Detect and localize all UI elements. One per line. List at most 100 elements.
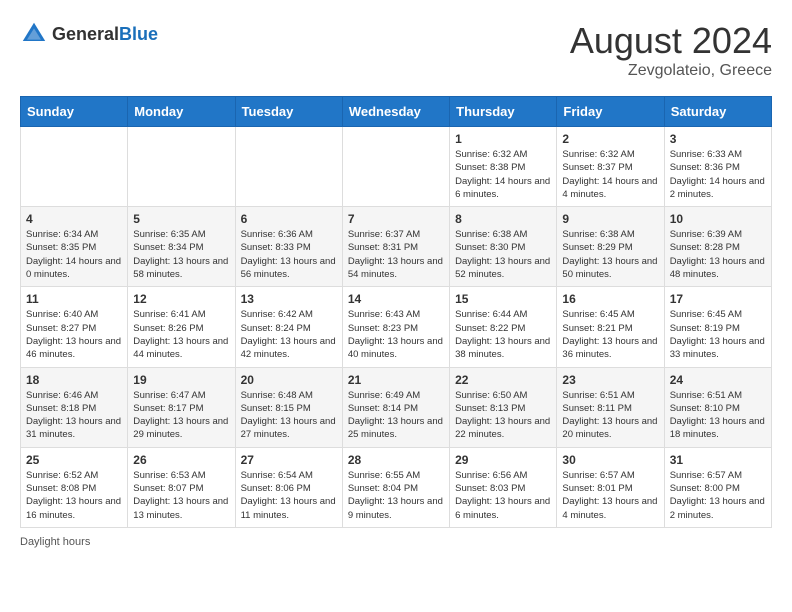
day-info: Sunrise: 6:32 AM Sunset: 8:38 PM Dayligh… [455, 148, 551, 201]
day-info: Sunrise: 6:51 AM Sunset: 8:11 PM Dayligh… [562, 389, 658, 442]
calendar-cell: 3Sunrise: 6:33 AM Sunset: 8:36 PM Daylig… [664, 127, 771, 207]
day-info: Sunrise: 6:56 AM Sunset: 8:03 PM Dayligh… [455, 469, 551, 522]
day-number: 1 [455, 132, 551, 146]
day-info: Sunrise: 6:49 AM Sunset: 8:14 PM Dayligh… [348, 389, 444, 442]
calendar-cell: 12 Sunrise: 6:41 AM Sunset: 8:26 PM Dayli… [128, 287, 235, 367]
day-number: 26 [133, 453, 229, 467]
day-number: 17 [670, 292, 766, 306]
calendar-cell: 5 Sunrise: 6:35 AM Sunset: 8:34 PM Daylig… [128, 207, 235, 287]
calendar-week-row: 18 Sunrise: 6:46 AM Sunset: 8:18 PM Dayli… [21, 367, 772, 447]
location: Zevgolateio, Greece [570, 62, 772, 80]
calendar-cell: 31 Sunrise: 6:57 AM Sunset: 8:00 PM Dayli… [664, 447, 771, 527]
day-info: Sunrise: 6:36 AM Sunset: 8:33 PM Dayligh… [241, 228, 337, 281]
calendar-cell: 19Sunrise: 6:47 AM Sunset: 8:17 PM Dayli… [128, 367, 235, 447]
calendar-cell: 22 Sunrise: 6:50 AM Sunset: 8:13 PM Dayli… [450, 367, 557, 447]
day-info: Sunrise: 6:45 AM Sunset: 8:21 PM Dayligh… [562, 308, 658, 361]
day-number: 2 [562, 132, 658, 146]
day-number: 24 [670, 373, 766, 387]
calendar-cell: 15Sunrise: 6:44 AM Sunset: 8:22 PM Dayli… [450, 287, 557, 367]
day-info: Sunrise: 6:50 AM Sunset: 8:13 PM Dayligh… [455, 389, 551, 442]
calendar-cell: 11 Sunrise: 6:40 AM Sunset: 8:27 PM Dayli… [21, 287, 128, 367]
calendar-week-row: 11 Sunrise: 6:40 AM Sunset: 8:27 PM Dayli… [21, 287, 772, 367]
calendar-cell [342, 127, 449, 207]
calendar-cell: 20 Sunrise: 6:48 AM Sunset: 8:15 PM Dayli… [235, 367, 342, 447]
day-number: 31 [670, 453, 766, 467]
day-info: Sunrise: 6:39 AM Sunset: 8:28 PM Dayligh… [670, 228, 766, 281]
calendar-cell: 24 Sunrise: 6:51 AM Sunset: 8:10 PM Dayli… [664, 367, 771, 447]
day-info: Sunrise: 6:32 AM Sunset: 8:37 PM Dayligh… [562, 148, 658, 201]
day-info: Sunrise: 6:53 AM Sunset: 8:07 PM Dayligh… [133, 469, 229, 522]
page-header: GeneralBlue August 2024 Zevgolateio, Gre… [20, 20, 772, 80]
calendar-cell: 18 Sunrise: 6:46 AM Sunset: 8:18 PM Dayli… [21, 367, 128, 447]
calendar-week-row: 4Sunrise: 6:34 AM Sunset: 8:35 PM Daylig… [21, 207, 772, 287]
day-info: Sunrise: 6:35 AM Sunset: 8:34 PM Dayligh… [133, 228, 229, 281]
day-info: Sunrise: 6:52 AM Sunset: 8:08 PM Dayligh… [26, 469, 122, 522]
day-number: 20 [241, 373, 337, 387]
day-number: 19 [133, 373, 229, 387]
logo-icon [20, 20, 48, 48]
day-number: 16 [562, 292, 658, 306]
calendar-cell: 13 Sunrise: 6:42 AM Sunset: 8:24 PM Dayli… [235, 287, 342, 367]
day-info: Sunrise: 6:38 AM Sunset: 8:30 PM Dayligh… [455, 228, 551, 281]
calendar-cell: 28 Sunrise: 6:55 AM Sunset: 8:04 PM Dayli… [342, 447, 449, 527]
day-number: 30 [562, 453, 658, 467]
day-number: 12 [133, 292, 229, 306]
day-info: Sunrise: 6:41 AM Sunset: 8:26 PM Dayligh… [133, 308, 229, 361]
day-info: Sunrise: 6:48 AM Sunset: 8:15 PM Dayligh… [241, 389, 337, 442]
day-number: 21 [348, 373, 444, 387]
day-info: Sunrise: 6:40 AM Sunset: 8:27 PM Dayligh… [26, 308, 122, 361]
calendar-cell: 16 Sunrise: 6:45 AM Sunset: 8:21 PM Dayli… [557, 287, 664, 367]
calendar-cell: 1 Sunrise: 6:32 AM Sunset: 8:38 PM Daylig… [450, 127, 557, 207]
calendar-cell: 26 Sunrise: 6:53 AM Sunset: 8:07 PM Dayli… [128, 447, 235, 527]
day-number: 18 [26, 373, 122, 387]
weekday-header-monday: Monday [128, 97, 235, 127]
calendar-cell: 30 Sunrise: 6:57 AM Sunset: 8:01 PM Dayli… [557, 447, 664, 527]
calendar-cell: 8Sunrise: 6:38 AM Sunset: 8:30 PM Daylig… [450, 207, 557, 287]
day-number: 3 [670, 132, 766, 146]
day-number: 23 [562, 373, 658, 387]
day-number: 25 [26, 453, 122, 467]
weekday-header-row: SundayMondayTuesdayWednesdayThursdayFrid… [21, 97, 772, 127]
weekday-header-thursday: Thursday [450, 97, 557, 127]
day-number: 11 [26, 292, 122, 306]
logo: GeneralBlue [20, 20, 158, 48]
calendar-cell: 27 Sunrise: 6:54 AM Sunset: 8:06 PM Dayli… [235, 447, 342, 527]
day-number: 9 [562, 212, 658, 226]
day-info: Sunrise: 6:55 AM Sunset: 8:04 PM Dayligh… [348, 469, 444, 522]
calendar-cell: 2 Sunrise: 6:32 AM Sunset: 8:37 PM Daylig… [557, 127, 664, 207]
footer: Daylight hours [20, 536, 772, 548]
calendar-cell: 9 Sunrise: 6:38 AM Sunset: 8:29 PM Daylig… [557, 207, 664, 287]
day-number: 5 [133, 212, 229, 226]
calendar-cell: 29 Sunrise: 6:56 AM Sunset: 8:03 PM Dayli… [450, 447, 557, 527]
day-info: Sunrise: 6:45 AM Sunset: 8:19 PM Dayligh… [670, 308, 766, 361]
day-info: Sunrise: 6:43 AM Sunset: 8:23 PM Dayligh… [348, 308, 444, 361]
calendar-week-row: 25 Sunrise: 6:52 AM Sunset: 8:08 PM Dayli… [21, 447, 772, 527]
day-number: 29 [455, 453, 551, 467]
weekday-header-friday: Friday [557, 97, 664, 127]
day-info: Sunrise: 6:42 AM Sunset: 8:24 PM Dayligh… [241, 308, 337, 361]
day-number: 13 [241, 292, 337, 306]
day-number: 22 [455, 373, 551, 387]
day-info: Sunrise: 6:51 AM Sunset: 8:10 PM Dayligh… [670, 389, 766, 442]
day-number: 7 [348, 212, 444, 226]
day-info: Sunrise: 6:44 AM Sunset: 8:22 PM Dayligh… [455, 308, 551, 361]
calendar-cell: 6Sunrise: 6:36 AM Sunset: 8:33 PM Daylig… [235, 207, 342, 287]
day-number: 10 [670, 212, 766, 226]
day-number: 27 [241, 453, 337, 467]
daylight-label: Daylight hours [20, 536, 90, 548]
month-year: August 2024 [570, 20, 772, 62]
weekday-header-sunday: Sunday [21, 97, 128, 127]
calendar-week-row: 1 Sunrise: 6:32 AM Sunset: 8:38 PM Daylig… [21, 127, 772, 207]
day-info: Sunrise: 6:46 AM Sunset: 8:18 PM Dayligh… [26, 389, 122, 442]
day-info: Sunrise: 6:57 AM Sunset: 8:00 PM Dayligh… [670, 469, 766, 522]
calendar-cell: 25 Sunrise: 6:52 AM Sunset: 8:08 PM Dayli… [21, 447, 128, 527]
day-info: Sunrise: 6:37 AM Sunset: 8:31 PM Dayligh… [348, 228, 444, 281]
calendar-cell: 17 Sunrise: 6:45 AM Sunset: 8:19 PM Dayli… [664, 287, 771, 367]
day-info: Sunrise: 6:57 AM Sunset: 8:01 PM Dayligh… [562, 469, 658, 522]
weekday-header-wednesday: Wednesday [342, 97, 449, 127]
day-info: Sunrise: 6:34 AM Sunset: 8:35 PM Dayligh… [26, 228, 122, 281]
day-number: 28 [348, 453, 444, 467]
day-info: Sunrise: 6:54 AM Sunset: 8:06 PM Dayligh… [241, 469, 337, 522]
day-info: Sunrise: 6:38 AM Sunset: 8:29 PM Dayligh… [562, 228, 658, 281]
logo-general-text: General [52, 24, 119, 44]
